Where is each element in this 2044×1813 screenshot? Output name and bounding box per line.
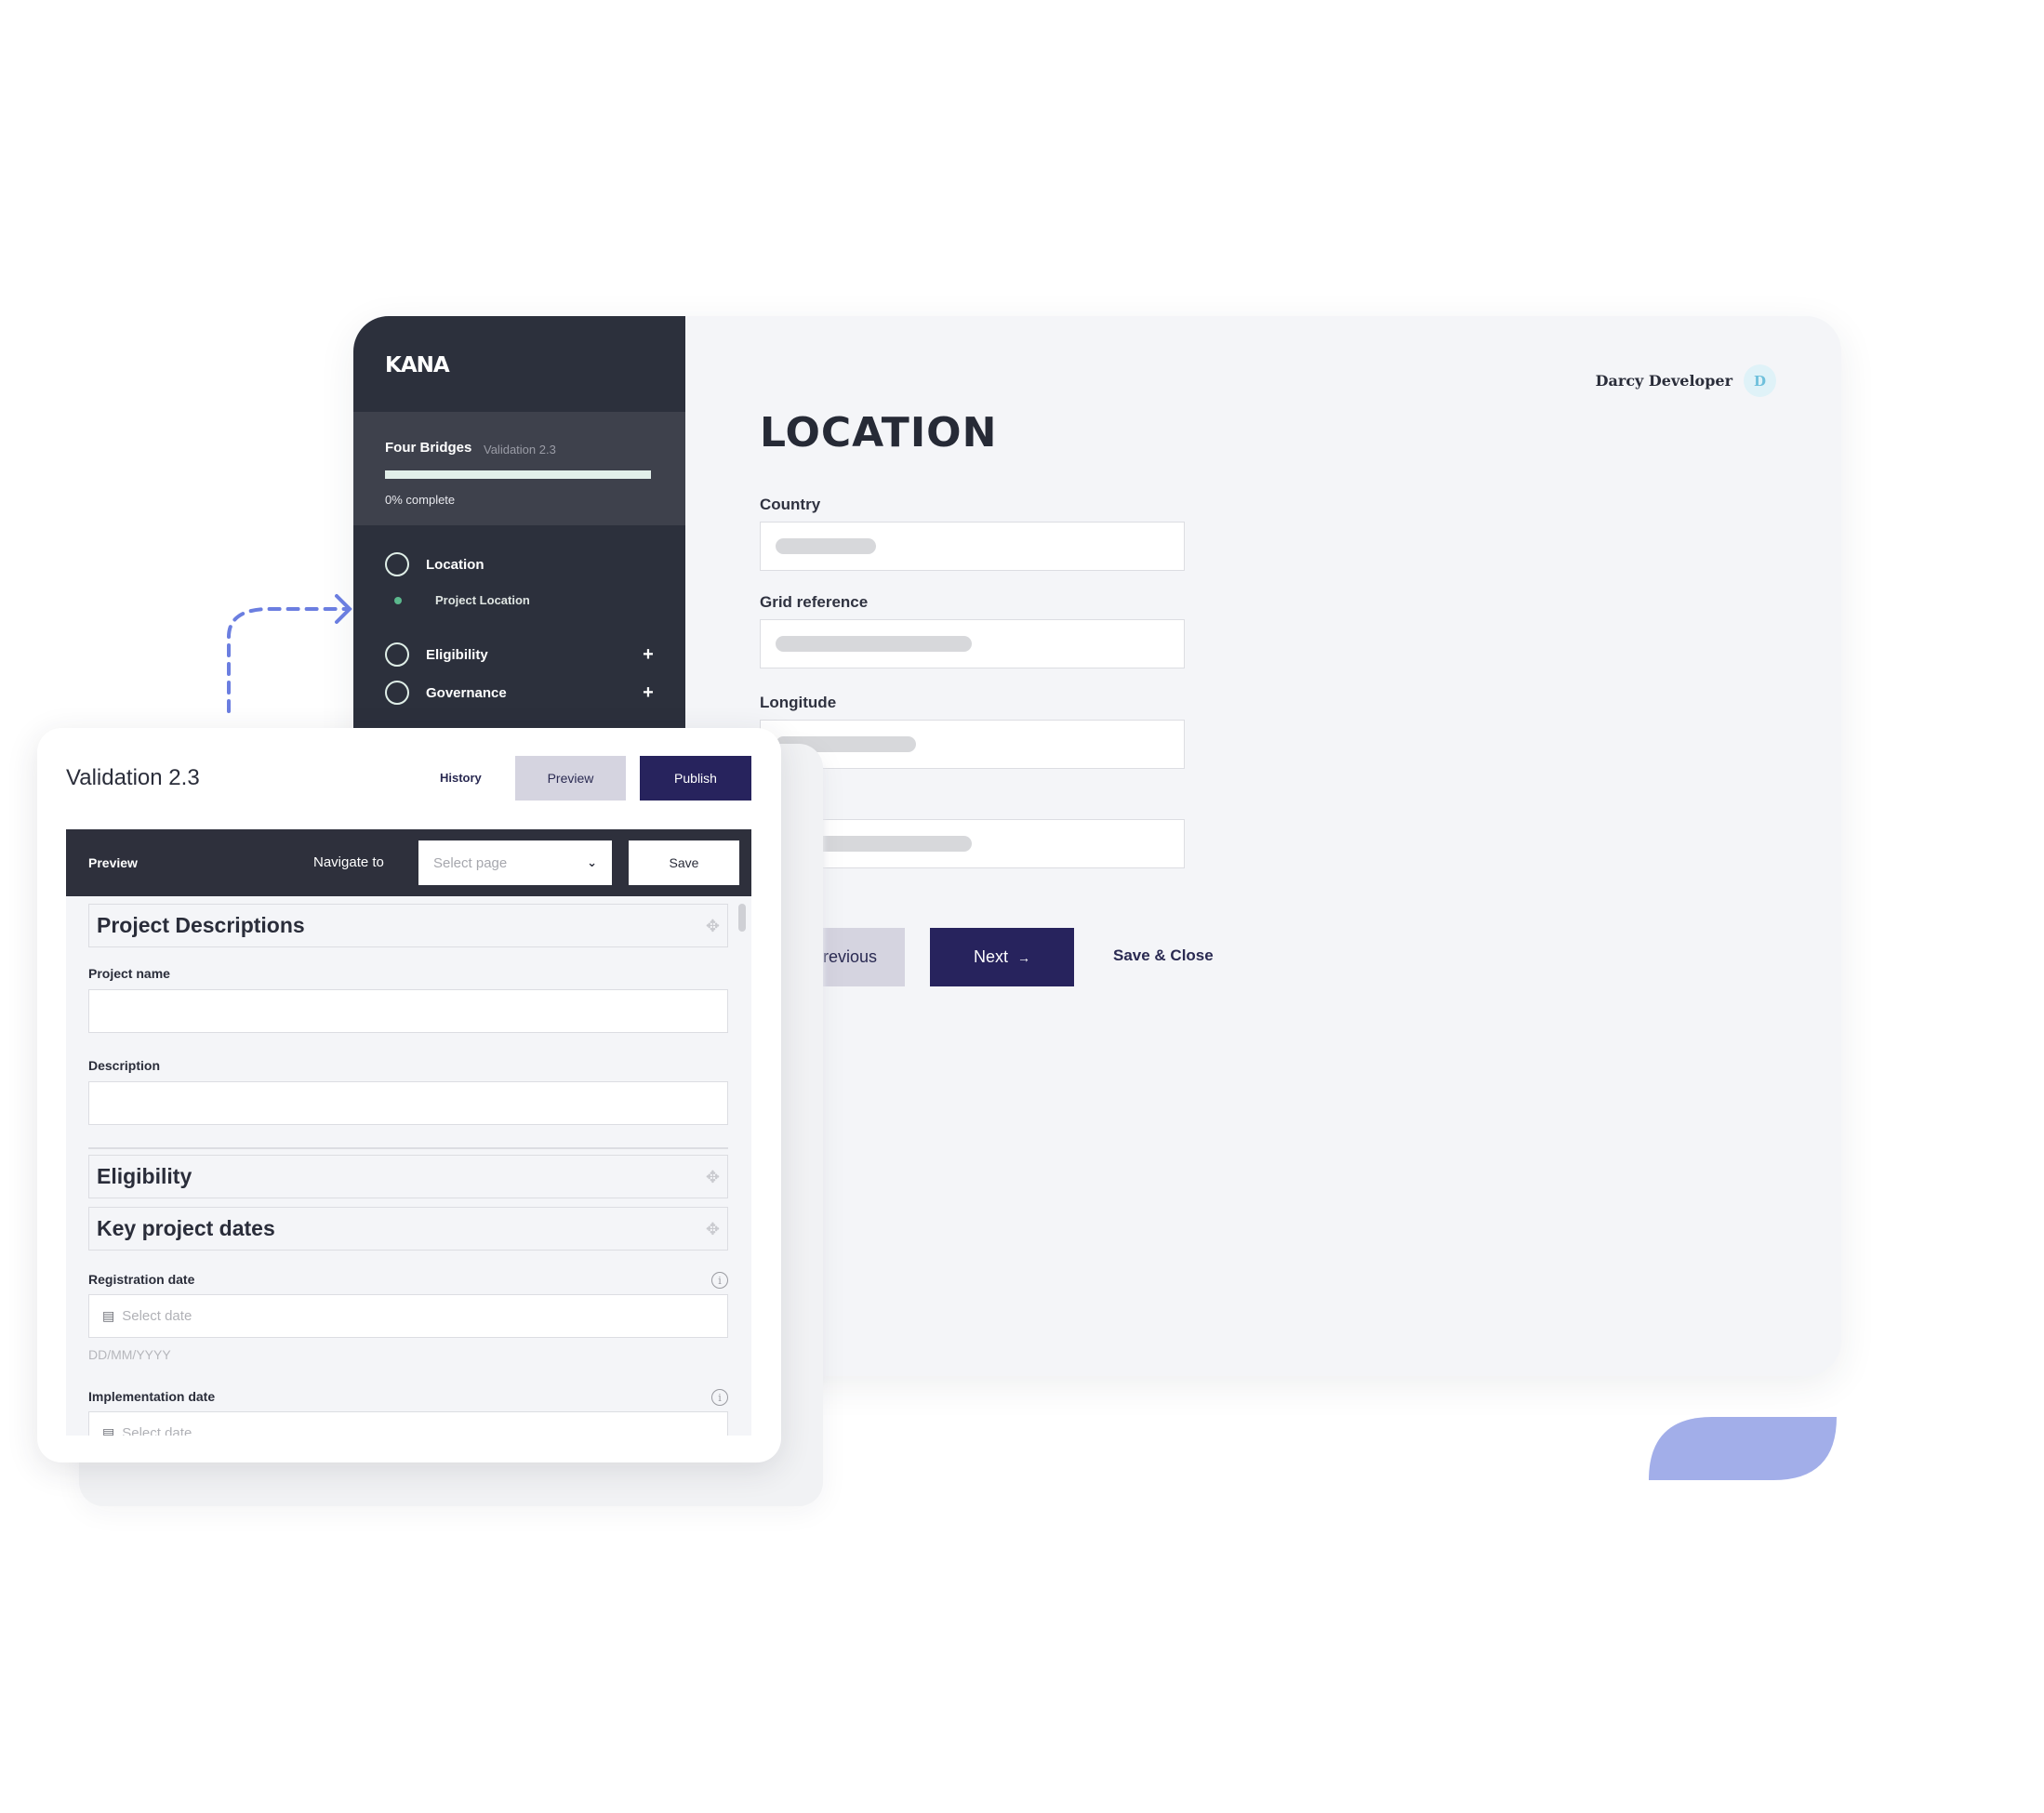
sidebar-item-eligibility[interactable]: Eligibility +	[385, 642, 655, 667]
select-page-placeholder: Select page	[433, 854, 508, 871]
move-icon[interactable]: ✥	[706, 917, 720, 936]
info-icon[interactable]: i	[711, 1272, 728, 1289]
preview-button[interactable]: Preview	[515, 756, 626, 801]
section-project-descriptions[interactable]: Project Descriptions ✥	[88, 904, 728, 947]
date-format-hint: DD/MM/YYYY	[88, 1347, 171, 1362]
calendar-icon: ▤	[102, 1425, 115, 1436]
project-version: Validation 2.3	[484, 443, 556, 457]
decorative-leaf-shape	[1649, 1417, 1837, 1480]
progress-bar	[385, 470, 651, 479]
section-eligibility[interactable]: Eligibility ✥	[88, 1155, 728, 1198]
project-summary: Four Bridges Validation 2.3 0% complete	[353, 412, 685, 525]
section-title: Eligibility	[97, 1164, 192, 1188]
longitude-label: Longitude	[760, 694, 837, 711]
section-title: Project Descriptions	[97, 913, 305, 937]
section-title: Key project dates	[97, 1216, 275, 1240]
circle-outline-icon	[385, 552, 409, 576]
grid-reference-label: Grid reference	[760, 593, 869, 611]
sidebar-subitem-project-location[interactable]: Project Location	[394, 593, 530, 607]
dot-icon	[394, 596, 402, 604]
implementation-date-label: Implementation date	[88, 1389, 216, 1404]
next-button[interactable]: Next →	[930, 928, 1074, 986]
sidebar-subitem-label: Project Location	[435, 593, 530, 607]
save-button[interactable]: Save	[629, 840, 739, 885]
sidebar-item-label: Eligibility	[426, 646, 488, 663]
move-icon[interactable]: ✥	[706, 1220, 720, 1239]
sidebar-item-label: Governance	[426, 684, 507, 701]
info-icon[interactable]: i	[711, 1389, 728, 1406]
section-key-project-dates[interactable]: Key project dates ✥	[88, 1207, 728, 1251]
circle-outline-icon	[385, 681, 409, 705]
grid-reference-field[interactable]	[760, 619, 1185, 668]
scrollbar[interactable]	[738, 904, 746, 932]
registration-date-label: Registration date	[88, 1272, 195, 1287]
project-name-input[interactable]	[88, 989, 728, 1033]
description-label: Description	[88, 1058, 161, 1073]
panel-title: Validation 2.3	[66, 765, 200, 790]
progress-label: 0% complete	[385, 493, 456, 507]
next-button-label: Next	[973, 947, 1008, 966]
chevron-down-icon: ⌄	[587, 855, 597, 869]
kana-logo[interactable]: KANA	[385, 353, 450, 377]
sidebar-item-location[interactable]: Location	[385, 552, 655, 576]
sidebar-item-label: Location	[426, 556, 484, 573]
dashed-arrow-icon	[227, 594, 352, 713]
sidebar-item-governance[interactable]: Governance +	[385, 681, 655, 705]
navigate-to-label: Navigate to	[313, 854, 384, 870]
plus-icon[interactable]: +	[642, 644, 655, 666]
preview-toolbar: Preview Navigate to Select page ⌄ Save	[66, 829, 751, 896]
calendar-icon: ▤	[102, 1308, 115, 1323]
arrow-right-icon: →	[1017, 949, 1030, 965]
move-icon[interactable]: ✥	[706, 1168, 720, 1187]
date-placeholder: Select date	[122, 1425, 192, 1436]
preview-toolbar-label: Preview	[88, 855, 138, 870]
select-page-dropdown[interactable]: Select page ⌄	[418, 840, 612, 885]
registration-date-input[interactable]: ▤ Select date	[88, 1294, 728, 1338]
skeleton-placeholder	[776, 636, 972, 652]
project-name: Four Bridges	[385, 440, 472, 456]
history-button[interactable]: History	[440, 771, 482, 785]
skeleton-placeholder	[776, 538, 876, 554]
save-close-button[interactable]: Save & Close	[1113, 946, 1214, 965]
country-field[interactable]	[760, 522, 1185, 571]
description-input[interactable]	[88, 1081, 728, 1125]
publish-button[interactable]: Publish	[640, 756, 751, 801]
user-menu[interactable]: Darcy Developer D	[1596, 364, 1776, 397]
divider	[88, 1147, 728, 1149]
page-title: LOCATION	[760, 409, 998, 457]
avatar[interactable]: D	[1744, 364, 1776, 397]
circle-outline-icon	[385, 642, 409, 667]
form-builder-panel: Validation 2.3 History Preview Publish P…	[37, 728, 781, 1462]
country-label: Country	[760, 496, 821, 513]
longitude-field[interactable]	[760, 720, 1185, 769]
user-name: Darcy Developer	[1595, 372, 1732, 390]
implementation-date-input[interactable]: ▤ Select date	[88, 1411, 728, 1436]
preview-content: Project Descriptions ✥ Project name Desc…	[66, 896, 751, 1436]
date-placeholder: Select date	[122, 1308, 192, 1324]
project-name-label: Project name	[88, 966, 170, 981]
plus-icon[interactable]: +	[642, 682, 655, 704]
